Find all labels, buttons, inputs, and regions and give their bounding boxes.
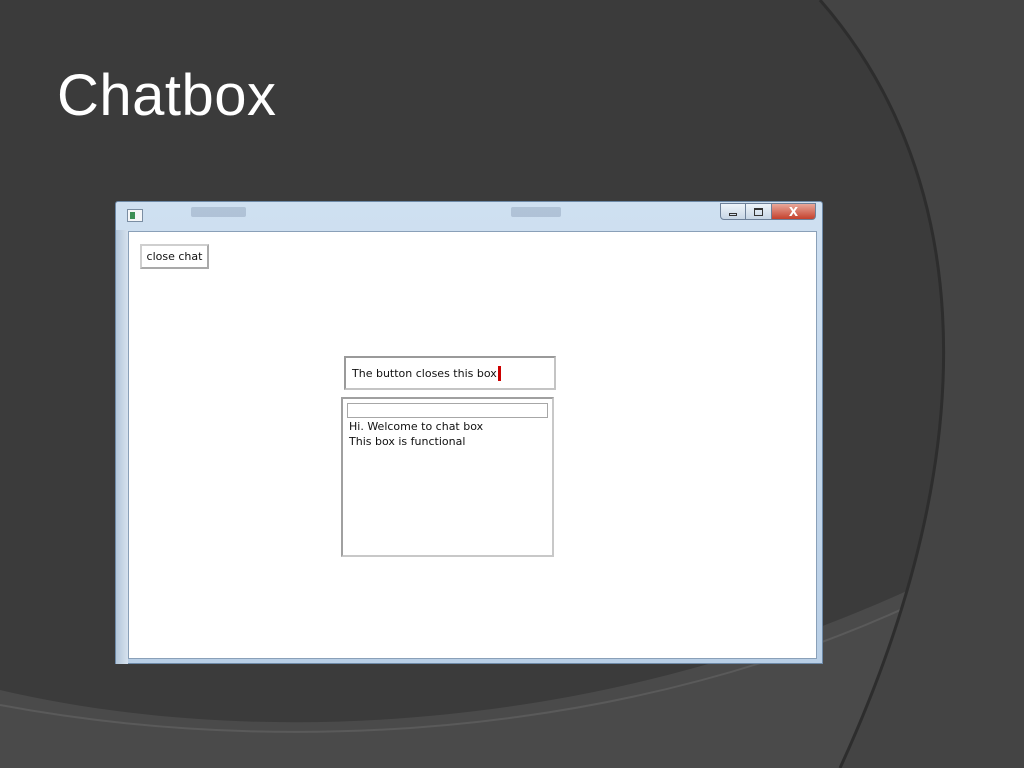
maximize-icon bbox=[754, 207, 763, 216]
minimize-button[interactable] bbox=[720, 203, 746, 220]
window-titlebar[interactable]: X bbox=[116, 202, 822, 230]
blurred-title-segment bbox=[511, 207, 561, 217]
app-window: X close chat The button closes this box … bbox=[115, 201, 823, 664]
chat-message: This box is functional bbox=[349, 435, 466, 448]
message-input-text: The button closes this box bbox=[352, 366, 497, 380]
close-icon: X bbox=[788, 204, 799, 219]
window-client-area: close chat The button closes this box Hi… bbox=[128, 231, 817, 659]
close-window-button[interactable]: X bbox=[772, 203, 816, 220]
chat-box[interactable]: Hi. Welcome to chat box This box is func… bbox=[341, 397, 554, 557]
close-chat-button[interactable]: close chat bbox=[140, 244, 209, 269]
window-controls: X bbox=[720, 203, 816, 221]
slide-title: Chatbox bbox=[57, 63, 277, 128]
message-input[interactable]: The button closes this box bbox=[344, 356, 556, 390]
blurred-title-segment bbox=[191, 207, 246, 217]
app-icon bbox=[127, 209, 143, 222]
maximize-button[interactable] bbox=[746, 203, 772, 220]
chat-message: Hi. Welcome to chat box bbox=[349, 420, 484, 433]
window-frame-left bbox=[116, 230, 128, 664]
text-caret bbox=[497, 365, 501, 381]
minimize-icon bbox=[729, 212, 737, 216]
chat-field[interactable] bbox=[347, 403, 548, 418]
